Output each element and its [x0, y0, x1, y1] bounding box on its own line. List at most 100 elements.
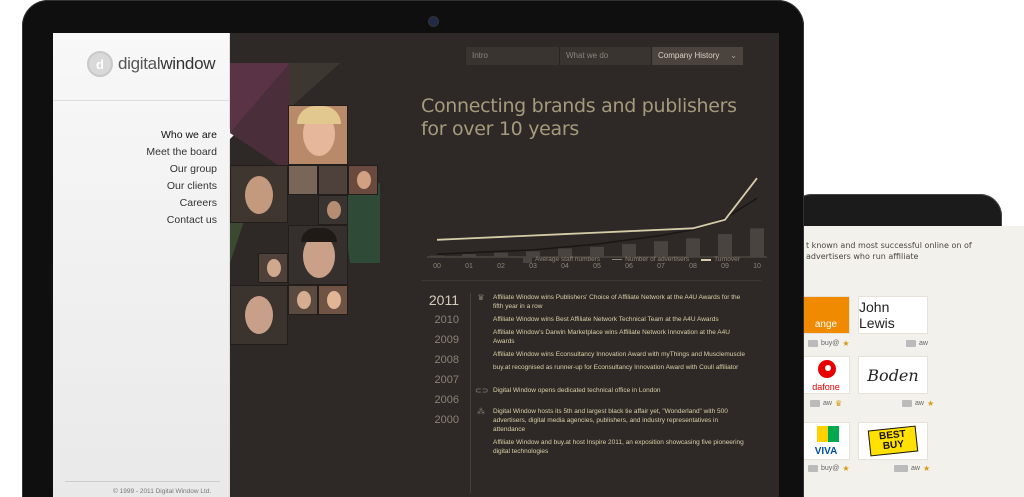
logo-tile-john-lewis[interactable]: John Lewis: [858, 296, 928, 334]
team-photo[interactable]: [348, 165, 378, 195]
top-nav: Intro What we do Company History ⌄: [465, 47, 743, 65]
team-photo[interactable]: [258, 253, 288, 283]
copyright-text: © 1999 - 2011 Digital Window Ltd.: [113, 488, 212, 495]
team-photo[interactable]: [318, 195, 348, 225]
chevron-down-icon: ⌄: [730, 51, 737, 60]
timeline-event: ⁂ Digital Window hosts its 5th and large…: [477, 407, 728, 433]
chart-bar: [686, 238, 700, 257]
vodafone-icon: [818, 360, 836, 378]
tile-meta-best-buy: aw ★: [894, 463, 930, 473]
star-icon: ★: [842, 338, 850, 348]
year-2007[interactable]: 2007: [421, 370, 459, 390]
chart-bar: [718, 234, 732, 257]
legend-item-turnover: Turnover: [701, 256, 740, 263]
tablet-intro-text: t known and most successful online on of…: [806, 241, 972, 261]
x-tick-label: 02: [497, 263, 505, 270]
sidebar-item-careers[interactable]: Careers: [146, 195, 217, 212]
timeline-event: buy.at recognised as runner-up for Econs…: [493, 364, 739, 371]
sidebar-item-our-group[interactable]: Our group: [146, 161, 217, 178]
x-tick-label: 04: [561, 263, 569, 270]
x-tick-label: 00: [433, 263, 441, 270]
trophy-icon: ♛: [834, 398, 843, 408]
logo-tile-vodafone[interactable]: dafone: [802, 356, 850, 394]
tile-meta-john-lewis: aw: [906, 338, 928, 348]
logo-tile-best-buy[interactable]: BEST BUY: [858, 422, 928, 460]
team-photo[interactable]: [318, 165, 348, 195]
team-photo-collage: [230, 63, 380, 353]
team-photo[interactable]: [230, 285, 288, 345]
team-photo[interactable]: [230, 165, 288, 223]
logo-text: digitalwindow: [118, 54, 216, 73]
tab-company-history[interactable]: Company History ⌄: [651, 47, 743, 65]
chart-legend: Average staff numbers Number of advertis…: [523, 256, 740, 263]
star-icon: ★: [842, 463, 850, 473]
chart-bar: [430, 255, 444, 257]
office-icon: ⊂⊃: [475, 386, 489, 395]
x-tick-label: 06: [625, 263, 633, 270]
x-tick-label: 03: [529, 263, 537, 270]
trophy-icon: ♛: [477, 293, 485, 302]
chart-bar: [750, 228, 764, 257]
legend-item-advertisers: Number of advertisers: [612, 256, 689, 263]
sidebar-divider: [53, 100, 230, 101]
tablet-screen: t known and most successful online on of…: [802, 226, 1024, 497]
sidebar: d digitalwindow Who we are Meet the boar…: [53, 33, 230, 497]
logo-tile-boden[interactable]: Boden: [858, 356, 928, 394]
timeline-event: Affiliate Window wins Best Affiliate Net…: [493, 316, 719, 323]
x-tick-label: 08: [689, 263, 697, 270]
chart-bar: [462, 254, 476, 257]
team-photo[interactable]: [318, 285, 348, 315]
star-icon: ★: [922, 463, 931, 473]
logo-tile-aviva[interactable]: VIVA: [802, 422, 850, 460]
x-tick-label: 07: [657, 263, 665, 270]
footer-divider: [65, 481, 220, 482]
logo-tile-orange[interactable]: ange: [802, 296, 850, 334]
sidebar-item-who-we-are[interactable]: Who we are: [146, 127, 217, 144]
device-mockup: t known and most successful online on of…: [0, 0, 1024, 497]
timeline-event: Affiliate Window wins Econsultancy Innov…: [493, 351, 745, 358]
year-2009[interactable]: 2009: [421, 330, 459, 350]
year-2008[interactable]: 2008: [421, 350, 459, 370]
tile-meta-aviva: buy@ ★: [808, 463, 850, 473]
x-tick-label: 01: [465, 263, 473, 270]
year-2006[interactable]: 2006: [421, 390, 459, 410]
tile-meta-boden: aw ★: [902, 398, 934, 408]
section-divider: [421, 280, 761, 281]
series-line-advertisers: [436, 197, 758, 255]
timeline-event: ⊂⊃ Digital Window opens dedicated techni…: [475, 386, 661, 395]
star-icon: ★: [926, 398, 935, 408]
laptop-screen: d digitalwindow Who we are Meet the boar…: [53, 33, 779, 497]
people-icon: ⁂: [477, 407, 485, 416]
page-headline: Connecting brands and publishers for ove…: [421, 95, 737, 140]
tab-intro[interactable]: Intro: [465, 47, 559, 65]
logo-mark-icon: d: [87, 51, 113, 77]
team-photo[interactable]: [288, 105, 348, 165]
team-photo[interactable]: [288, 285, 318, 315]
x-tick-label: 09: [721, 263, 729, 270]
timeline-event: Affiliate Window and buy.at host Inspire…: [493, 439, 744, 455]
sidebar-item-our-clients[interactable]: Our clients: [146, 178, 217, 195]
digital-window-logo[interactable]: d digitalwindow: [87, 51, 216, 77]
camera-icon: [429, 17, 438, 26]
tile-meta-orange: buy@ ★: [808, 338, 850, 348]
tab-what-we-do[interactable]: What we do: [559, 47, 651, 65]
series-line-turnover: [436, 177, 758, 241]
sidebar-nav: Who we are Meet the board Our group Our …: [146, 127, 217, 229]
x-tick-label: 10: [753, 263, 761, 270]
team-photo[interactable]: [288, 165, 318, 195]
year-2011[interactable]: 2011: [421, 290, 459, 310]
year-2000[interactable]: 2000: [421, 410, 459, 430]
chart-bar: [654, 241, 668, 257]
timeline-events: ♛ Affiliate Window wins Publishers' Choi…: [475, 293, 745, 460]
timeline-event: ♛ Affiliate Window wins Publishers' Choi…: [475, 293, 745, 311]
sidebar-item-contact-us[interactable]: Contact us: [146, 212, 217, 229]
tile-meta-vodafone: aw ♛: [810, 398, 842, 408]
sidebar-item-meet-the-board[interactable]: Meet the board: [146, 144, 217, 161]
timeline-event: Affiliate Window's Darwin Marketplace wi…: [493, 329, 730, 345]
legend-item-staff: Average staff numbers: [523, 256, 600, 263]
timeline-line: [470, 293, 471, 493]
chart-bar: [494, 252, 508, 257]
team-photo[interactable]: [288, 225, 348, 285]
x-tick-label: 05: [593, 263, 601, 270]
year-2010[interactable]: 2010: [421, 310, 459, 330]
